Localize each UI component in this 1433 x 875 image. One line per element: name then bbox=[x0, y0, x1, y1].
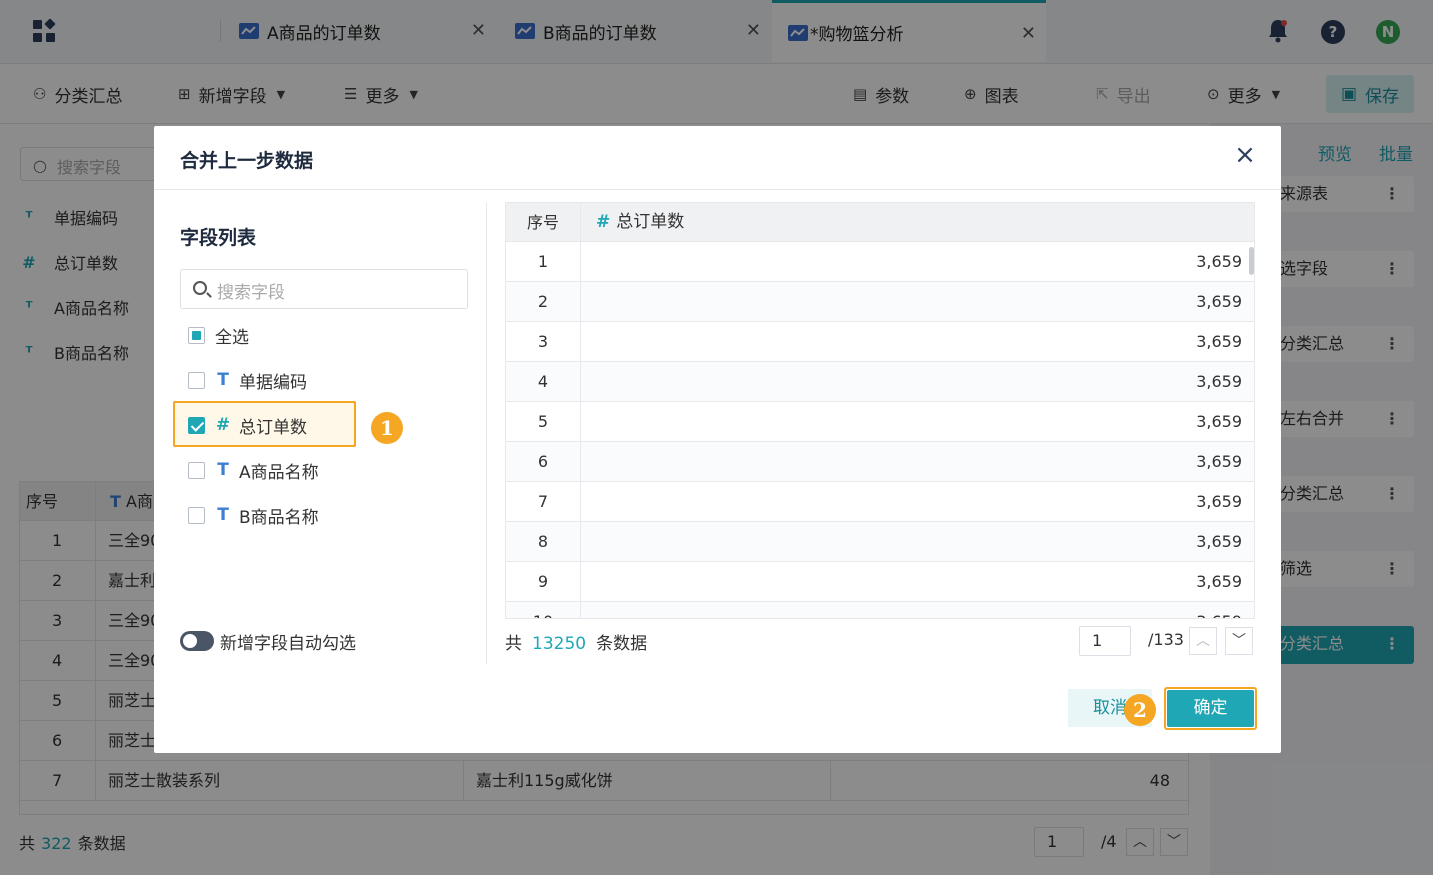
field-label: 单据编码 bbox=[239, 372, 307, 393]
text-type-icon: T bbox=[217, 505, 229, 525]
chevron-up-icon[interactable]: ︿ bbox=[1189, 627, 1217, 655]
chevron-down-icon[interactable]: ﹀ bbox=[1225, 627, 1253, 655]
field-checkbox-item[interactable]: # 总订单数 bbox=[188, 413, 307, 438]
table-row: 5 3,659 bbox=[506, 402, 1254, 442]
select-all-label: 全选 bbox=[215, 327, 249, 348]
merge-dialog: 合并上一步数据 × 字段列表 搜索字段 全选 T 单据编码 # 总订单数 1 T… bbox=[154, 126, 1281, 753]
field-search-input[interactable]: 搜索字段 bbox=[180, 269, 468, 309]
table-row: 103,659 bbox=[506, 602, 1254, 618]
search-icon bbox=[193, 281, 207, 295]
checkbox[interactable] bbox=[188, 461, 205, 479]
auto-check-label: 新增字段自动勾选 bbox=[220, 634, 356, 654]
checkbox-indeterminate[interactable] bbox=[188, 326, 205, 344]
checkbox[interactable] bbox=[188, 371, 205, 389]
field-label: 总订单数 bbox=[239, 417, 307, 438]
table-row: 9 3,659 bbox=[506, 562, 1254, 602]
scrollbar[interactable] bbox=[1249, 247, 1254, 275]
text-type-icon: T bbox=[217, 370, 229, 390]
column-header: 序号 bbox=[506, 203, 581, 242]
field-label: B商品名称 bbox=[239, 507, 319, 528]
auto-check-toggle[interactable] bbox=[180, 631, 214, 651]
text-type-icon: T bbox=[217, 460, 229, 480]
column-header: # 总订单数 bbox=[596, 212, 685, 232]
select-all-checkbox[interactable]: 全选 bbox=[188, 323, 249, 348]
table-row: 6 3,659 bbox=[506, 442, 1254, 482]
field-checkbox-item[interactable]: T A商品名称 bbox=[188, 458, 319, 483]
checkbox-checked[interactable] bbox=[188, 416, 205, 434]
field-checkbox-item[interactable]: T B商品名称 bbox=[188, 503, 319, 528]
step-badge-2: 2 bbox=[1124, 694, 1156, 726]
page-total: /133 bbox=[1148, 630, 1184, 649]
preview-table: 序号 # 总订单数 1 3,659 2 3,659 3 3,659 4 3,659 5 3,… bbox=[505, 202, 1255, 619]
confirm-button[interactable]: 确定 bbox=[1167, 690, 1254, 727]
table-row: 8 3,659 bbox=[506, 522, 1254, 562]
table-row: 4 3,659 bbox=[506, 362, 1254, 402]
table-row: 7 3,659 bbox=[506, 482, 1254, 522]
number-type-icon: # bbox=[596, 212, 611, 232]
divider bbox=[486, 202, 487, 664]
checkbox[interactable] bbox=[188, 506, 205, 524]
number-type-icon: # bbox=[215, 415, 231, 435]
field-list-title: 字段列表 bbox=[180, 227, 257, 249]
preview-record-count: 共 13250 条数据 bbox=[505, 634, 648, 654]
divider bbox=[154, 189, 1281, 190]
table-row: 2 3,659 bbox=[506, 282, 1254, 322]
field-label: A商品名称 bbox=[239, 462, 319, 483]
field-checkbox-item[interactable]: T 单据编码 bbox=[188, 368, 307, 393]
table-row: 1 3,659 bbox=[506, 242, 1254, 282]
step-badge-1: 1 bbox=[371, 412, 403, 444]
page-input[interactable]: 1 bbox=[1079, 626, 1131, 656]
preview-table-header: 序号 # 总订单数 bbox=[506, 203, 1254, 242]
close-icon[interactable]: × bbox=[1234, 142, 1256, 168]
table-row: 3 3,659 bbox=[506, 322, 1254, 362]
search-placeholder: 搜索字段 bbox=[217, 283, 285, 303]
dialog-title: 合并上一步数据 bbox=[180, 150, 314, 172]
